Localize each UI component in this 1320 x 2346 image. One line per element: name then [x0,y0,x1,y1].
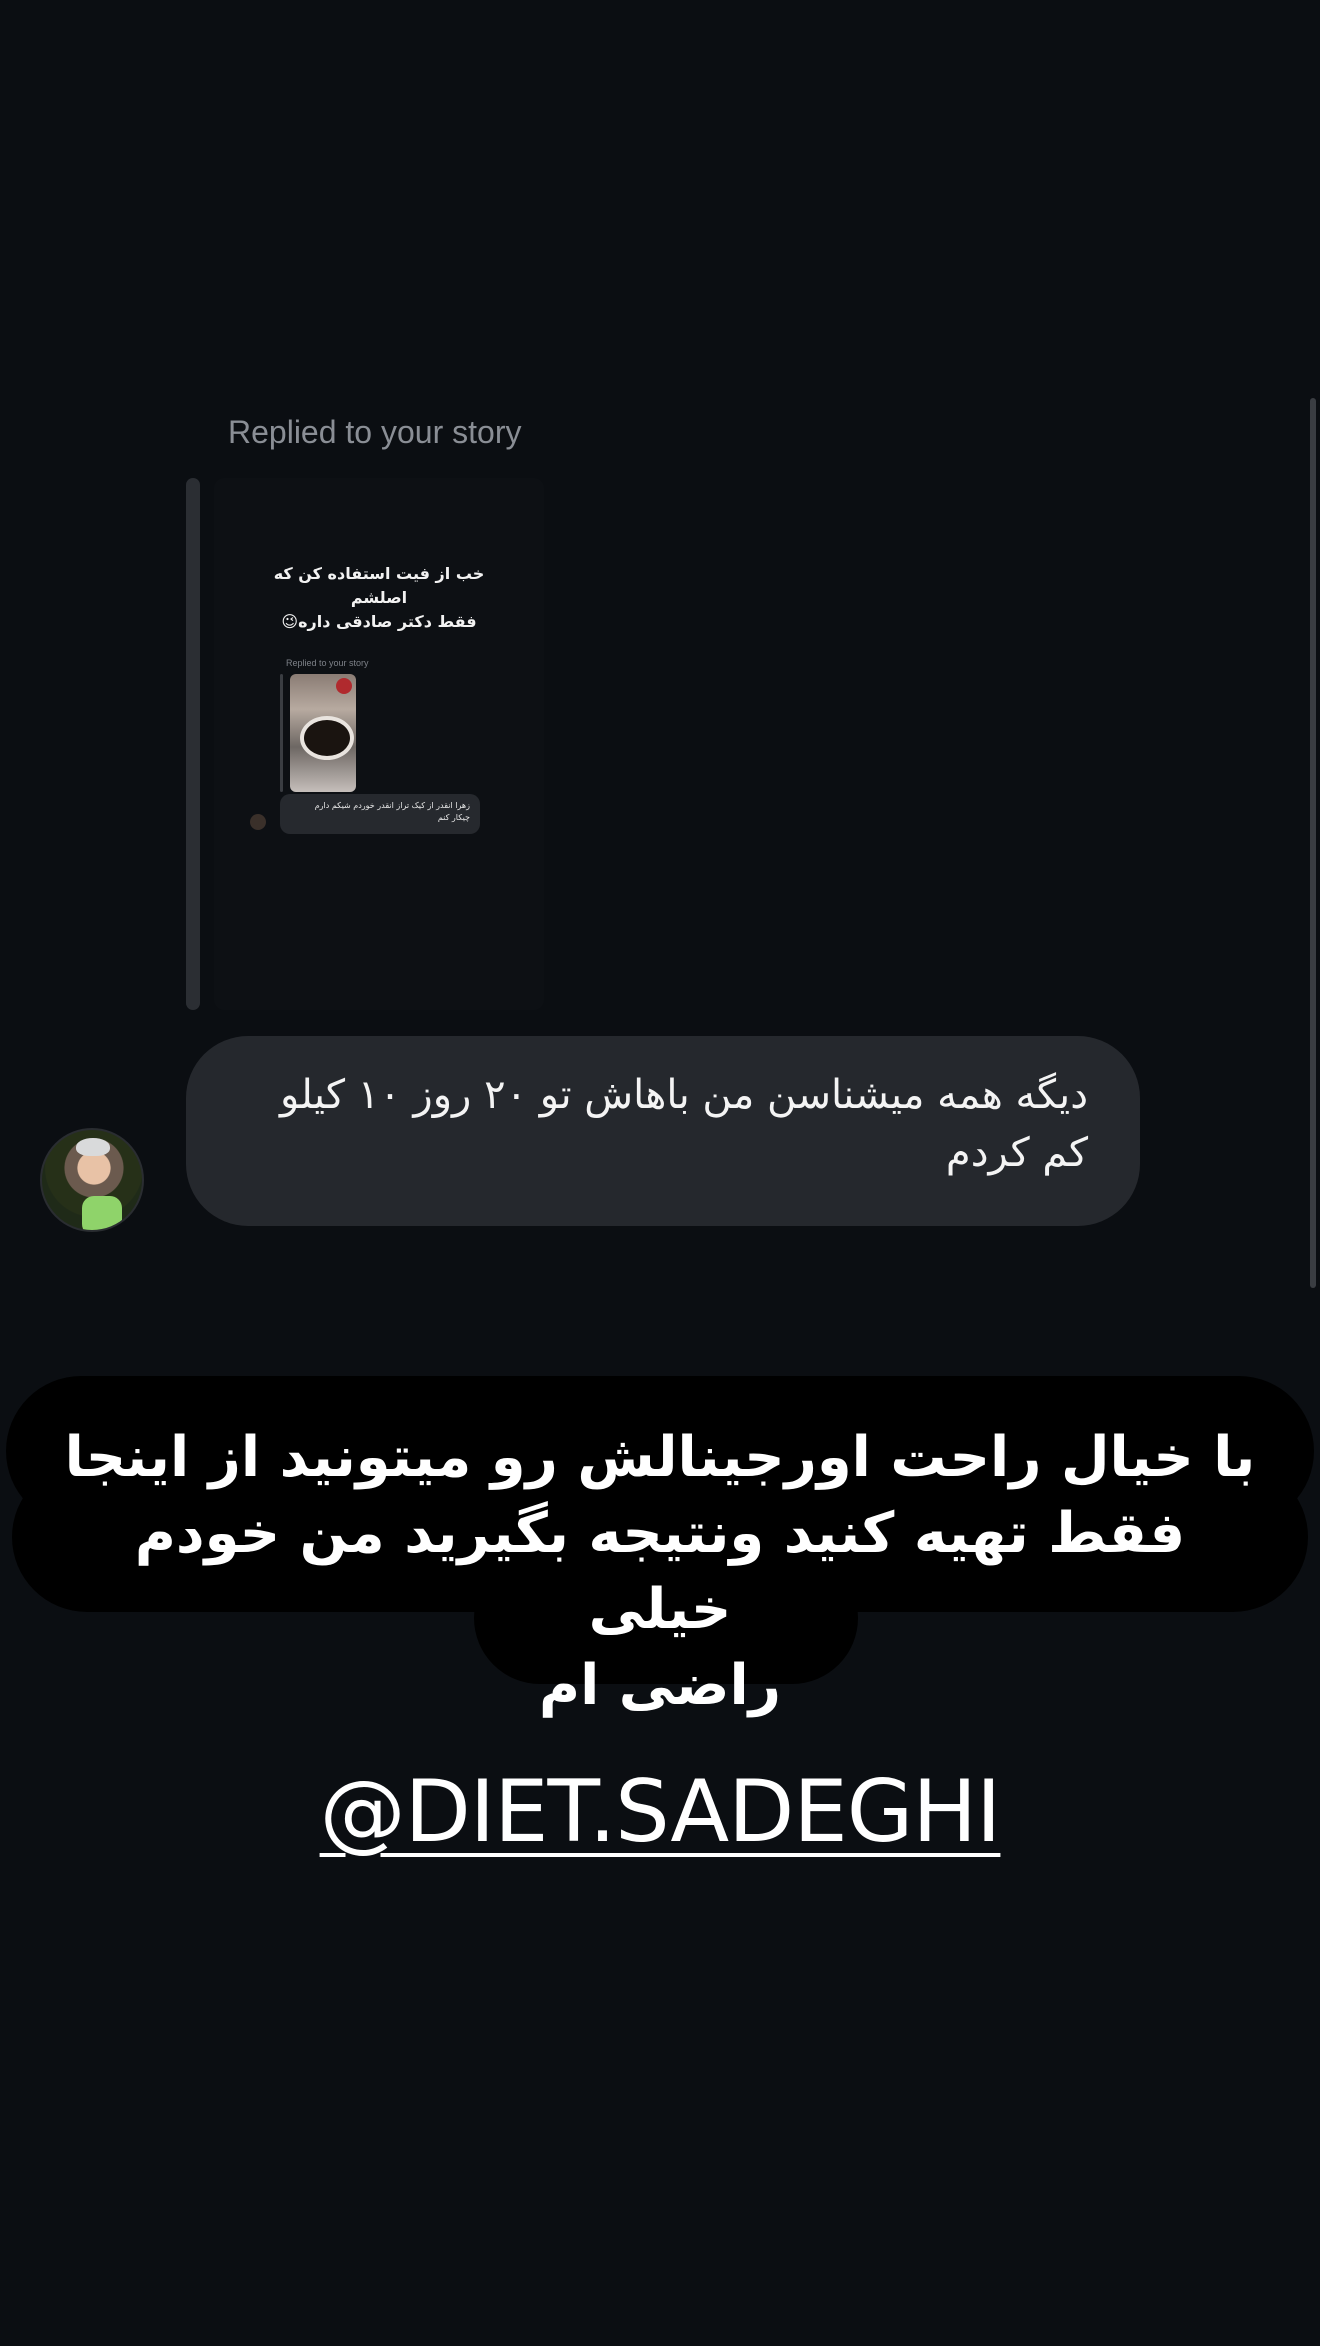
scrollbar[interactable] [1310,398,1316,1288]
banner-line-3: راضی ام [539,1653,781,1718]
rose-shape [336,678,352,694]
banner-pill-2 [12,1462,1308,1612]
reply-indicator-bar [186,478,200,1010]
story-caption: خب از فیت استفاده کن که اصلشم فقط دکتر ص… [273,564,485,631]
nested-replied-label: Replied to your story [286,658,369,668]
avatar-hat [76,1138,110,1156]
story-screen: Replied to your story خب از فیت استفاده … [0,0,1320,2346]
mention-link[interactable]: @DIET.SADEGHI [0,1762,1320,1862]
banner-pill-1 [6,1376,1314,1526]
avatar[interactable] [40,1128,144,1232]
message-bubble[interactable]: دیگه همه میشناسن من باهاش تو ۲۰ روز ۱۰ ک… [186,1036,1140,1226]
banner-line-2: فقط تهیه کنید ونتیجه بگیرید من خودم خیلی [134,1501,1186,1642]
nested-reply-bar [280,674,283,792]
banner-text: با خیال راحت اورجینالش رو میتونید از این… [60,1420,1260,1724]
replied-to-story-label: Replied to your story [228,414,522,450]
nested-story-image [290,674,356,792]
message-text: دیگه همه میشناسن من باهاش تو ۲۰ روز ۱۰ ک… [280,1072,1088,1176]
avatar-shirt [82,1196,122,1230]
banner-line-1: با خیال راحت اورجینالش رو میتونید از این… [64,1425,1256,1490]
nested-message-bubble: زهرا انقدر از کیک تراز انقدر خوردم شیکم … [280,794,480,834]
nested-avatar [250,814,266,830]
story-preview-thumbnail[interactable]: خب از فیت استفاده کن که اصلشم فقط دکتر ص… [214,478,544,1010]
cup-shape [300,716,354,760]
banner-pill-3 [474,1552,858,1684]
